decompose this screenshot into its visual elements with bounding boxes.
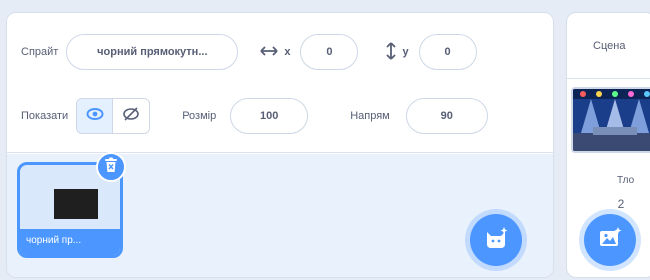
sprite-info-panel: Спрайт чорний прямокутн... x 0 y 0 Показ… bbox=[7, 13, 553, 153]
sprite-list: чорний пр... bbox=[7, 154, 553, 277]
eye-icon bbox=[86, 105, 104, 128]
direction-label: Напрям bbox=[350, 110, 390, 122]
vertical-arrows-icon bbox=[386, 41, 397, 63]
show-label: Показати bbox=[21, 110, 69, 122]
sprite-tile-name: чорний пр... bbox=[20, 229, 120, 255]
stage-header: Сцена bbox=[567, 13, 650, 79]
sprite-label: Спрайт bbox=[21, 46, 59, 58]
sprite-thumbnail bbox=[54, 189, 98, 219]
backdrops-count: 2 bbox=[617, 197, 625, 211]
size-label: Розмір bbox=[182, 110, 217, 122]
image-icon bbox=[598, 226, 622, 254]
x-input[interactable]: 0 bbox=[300, 34, 359, 70]
cat-icon bbox=[483, 226, 509, 255]
trash-icon bbox=[104, 157, 118, 178]
x-coordinate-group: x bbox=[260, 45, 291, 59]
stage-tab-label[interactable]: Сцена bbox=[593, 40, 625, 52]
eye-crossed-icon bbox=[122, 105, 140, 128]
visibility-toggle-group bbox=[76, 98, 151, 134]
show-sprite-button[interactable] bbox=[77, 99, 114, 133]
choose-backdrop-button[interactable] bbox=[584, 214, 636, 266]
sprite-name-field[interactable]: чорний прямокутн... bbox=[66, 34, 239, 70]
choose-sprite-button[interactable] bbox=[470, 214, 522, 266]
size-input[interactable]: 100 bbox=[230, 98, 309, 134]
hide-sprite-button[interactable] bbox=[113, 99, 150, 133]
sprite-info-row-1: Спрайт чорний прямокутн... x 0 y 0 bbox=[21, 33, 543, 71]
horizontal-arrows-icon bbox=[260, 45, 278, 59]
backdrops-label: Тло bbox=[617, 175, 635, 186]
y-coordinate-group: y bbox=[386, 41, 409, 63]
y-label: y bbox=[402, 46, 409, 58]
direction-input[interactable]: 90 bbox=[405, 98, 488, 134]
sprite-info-row-2: Показати Розмір 100 Напрям 90 bbox=[21, 97, 543, 135]
delete-sprite-button[interactable] bbox=[96, 152, 126, 182]
y-input[interactable]: 0 bbox=[418, 34, 477, 70]
stage-thumbnail[interactable] bbox=[571, 87, 650, 153]
x-label: x bbox=[284, 46, 291, 58]
